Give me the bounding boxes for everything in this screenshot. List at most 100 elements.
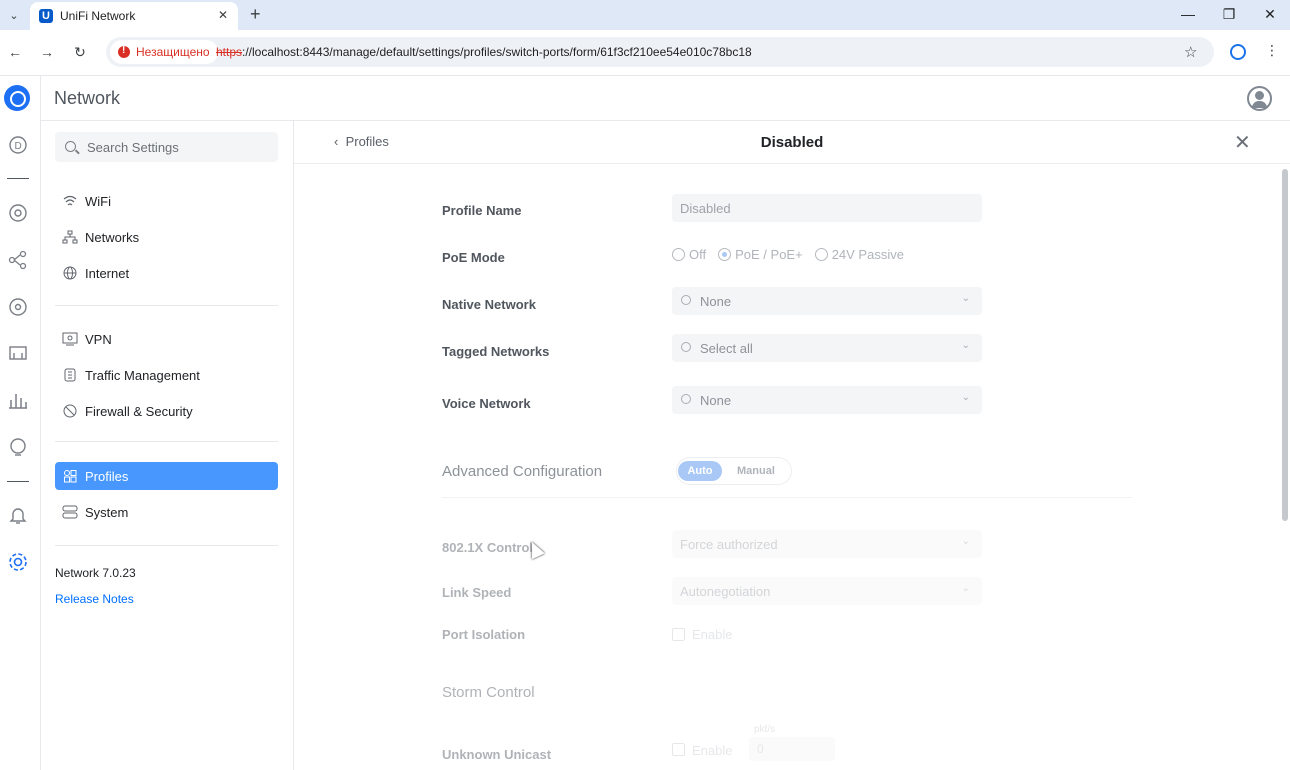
link-speed-value: Autonegotiation (680, 584, 771, 599)
sidebar-divider (55, 545, 278, 546)
voice-network-label: Voice Network (442, 396, 531, 411)
sidebar-item-label: WiFi (85, 193, 111, 209)
sidebar-item-label: Firewall & Security (85, 403, 193, 419)
chevron-down-icon: ⌄ (961, 392, 970, 403)
url-text[interactable]: https://localhost:8443/manage/default/se… (216, 45, 752, 59)
minimize-icon[interactable]: — (1178, 6, 1198, 22)
window-close-icon[interactable]: ✕ (1260, 6, 1280, 23)
tab-search-chevron-icon[interactable]: ⌄ (6, 7, 22, 23)
native-network-label: Native Network (442, 297, 536, 312)
scrollbar[interactable] (1282, 169, 1288, 521)
unifi-app: D Network WiFi Networks Internet (0, 76, 1290, 770)
tab-title: UniFi Network (60, 9, 136, 23)
poe-mode-label: PoE Mode (442, 250, 505, 265)
sidebar-item-traffic-management[interactable]: Traffic Management (55, 361, 278, 389)
restore-icon[interactable]: ❐ (1219, 6, 1239, 23)
sidebar-item-label: VPN (85, 331, 112, 347)
poe-24v-radio[interactable] (814, 248, 828, 261)
advanced-mode-toggle: Auto Manual (676, 457, 792, 485)
advanced-config-title: Advanced Configuration (442, 463, 603, 480)
mode-auto-button[interactable]: Auto (678, 461, 722, 481)
system-icon (55, 505, 85, 519)
tagged-networks-value: Select all (700, 341, 753, 356)
profile-name-value: Disabled (680, 201, 731, 216)
sidebar-item-label: Profiles (85, 468, 129, 484)
user-avatar-icon[interactable] (1247, 86, 1272, 111)
sidebar-item-internet[interactable]: Internet (55, 259, 278, 287)
sidebar-item-profiles[interactable]: Profiles (55, 462, 278, 490)
url-path: ://localhost:8443/manage/default/setting… (242, 45, 752, 59)
unifi-favicon-icon: U (39, 9, 53, 23)
sidebar-item-networks[interactable]: Networks (55, 223, 278, 251)
wifi-icon (55, 195, 85, 207)
sidebar-item-label: Internet (85, 265, 130, 281)
voice-network-select[interactable]: None ⌄ (672, 386, 982, 414)
poe-24v-label: 24V Passive (831, 247, 904, 262)
security-warning-chip[interactable]: Незащищено (110, 40, 218, 64)
poe-off-label: Off (689, 247, 707, 262)
sidebar-item-firewall-security[interactable]: Firewall & Security (55, 397, 278, 425)
panel-header: ‹ Profiles Disabled ✕ (294, 121, 1290, 164)
poe-off-radio[interactable] (672, 248, 685, 261)
browser-profile-icon[interactable] (1230, 44, 1246, 60)
security-warning-text: Незащищено (136, 45, 210, 59)
native-network-value: None (700, 294, 732, 309)
rail-divider (7, 178, 29, 179)
system-log-icon[interactable] (7, 436, 29, 458)
sidebar-item-system[interactable]: System (55, 498, 278, 526)
reload-icon[interactable]: ↻ (71, 44, 89, 61)
close-icon[interactable]: ✕ (1234, 130, 1251, 155)
tagged-networks-label: Tagged Networks (442, 344, 550, 359)
section-divider (442, 497, 1132, 498)
unknown-unicast-option: Enable (692, 743, 733, 758)
tagged-networks-select[interactable]: Select all ⌄ (672, 334, 982, 362)
topology-icon[interactable] (7, 202, 29, 224)
poe-mode-radio-group: Off PoE / PoE+ 24V Passive (672, 247, 912, 262)
link-speed-select[interactable]: Autonegotiation ⌄ (672, 577, 982, 605)
url-protocol: https (216, 45, 243, 59)
settings-gear-icon[interactable] (7, 551, 29, 573)
devices-icon[interactable] (7, 249, 29, 271)
storm-control-title: Storm Control (442, 684, 535, 701)
settings-sidebar: WiFi Networks Internet VPN Traffic Manag… (41, 121, 294, 770)
svg-text:D: D (15, 141, 22, 152)
insights-icon[interactable] (7, 342, 29, 364)
profile-form-panel: ‹ Profiles Disabled ✕ Profile Name Disab… (294, 121, 1290, 770)
port-isolation-option: Enable (692, 627, 733, 642)
statistics-icon[interactable] (7, 389, 29, 411)
chevron-down-icon: ⌄ (961, 293, 970, 304)
address-bar[interactable]: Незащищено https://localhost:8443/manage… (106, 37, 1214, 67)
port-isolation-checkbox[interactable] (672, 628, 685, 641)
poe-plus-radio[interactable] (718, 248, 732, 261)
back-arrow-icon[interactable]: ← (6, 44, 24, 60)
browser-menu-icon[interactable]: ⋮ (1265, 42, 1279, 59)
port-isolation-label: Port Isolation (442, 627, 526, 642)
release-notes-link[interactable]: Release Notes (55, 592, 134, 606)
unifi-logo-icon[interactable] (4, 85, 30, 111)
browser-tab-strip: ⌄ U UniFi Network ✕ + — ❐ ✕ (0, 0, 1290, 30)
app-rail: D (0, 76, 41, 770)
sidebar-item-vpn[interactable]: VPN (55, 325, 278, 353)
search-input[interactable] (87, 132, 272, 162)
browser-tab[interactable]: U UniFi Network ✕ (30, 2, 238, 30)
forward-arrow-icon[interactable]: → (38, 44, 56, 60)
mode-manual-button[interactable]: Manual (737, 461, 775, 481)
clients-icon[interactable] (7, 296, 29, 318)
bookmark-star-icon[interactable]: ☆ (1184, 43, 1197, 61)
sidebar-item-wifi[interactable]: WiFi (55, 187, 278, 215)
app-title: Network (54, 88, 121, 108)
settings-search[interactable] (55, 132, 278, 162)
dot1x-control-select[interactable]: Force authorized ⌄ (672, 530, 982, 558)
tab-close-icon[interactable]: ✕ (218, 8, 228, 22)
new-tab-icon[interactable]: + (250, 4, 261, 24)
profile-name-field[interactable]: Disabled (672, 194, 982, 222)
unknown-unicast-input[interactable]: 0 (749, 737, 835, 761)
dot1x-control-value: Force authorized (680, 537, 778, 552)
profile-name-label: Profile Name (442, 203, 522, 218)
native-network-select[interactable]: None ⌄ (672, 287, 982, 315)
unknown-unicast-checkbox[interactable] (672, 743, 685, 756)
search-icon (681, 295, 691, 305)
alarms-bell-icon[interactable] (7, 504, 29, 526)
networks-icon (55, 230, 85, 244)
dashboard-icon[interactable]: D (7, 134, 29, 156)
